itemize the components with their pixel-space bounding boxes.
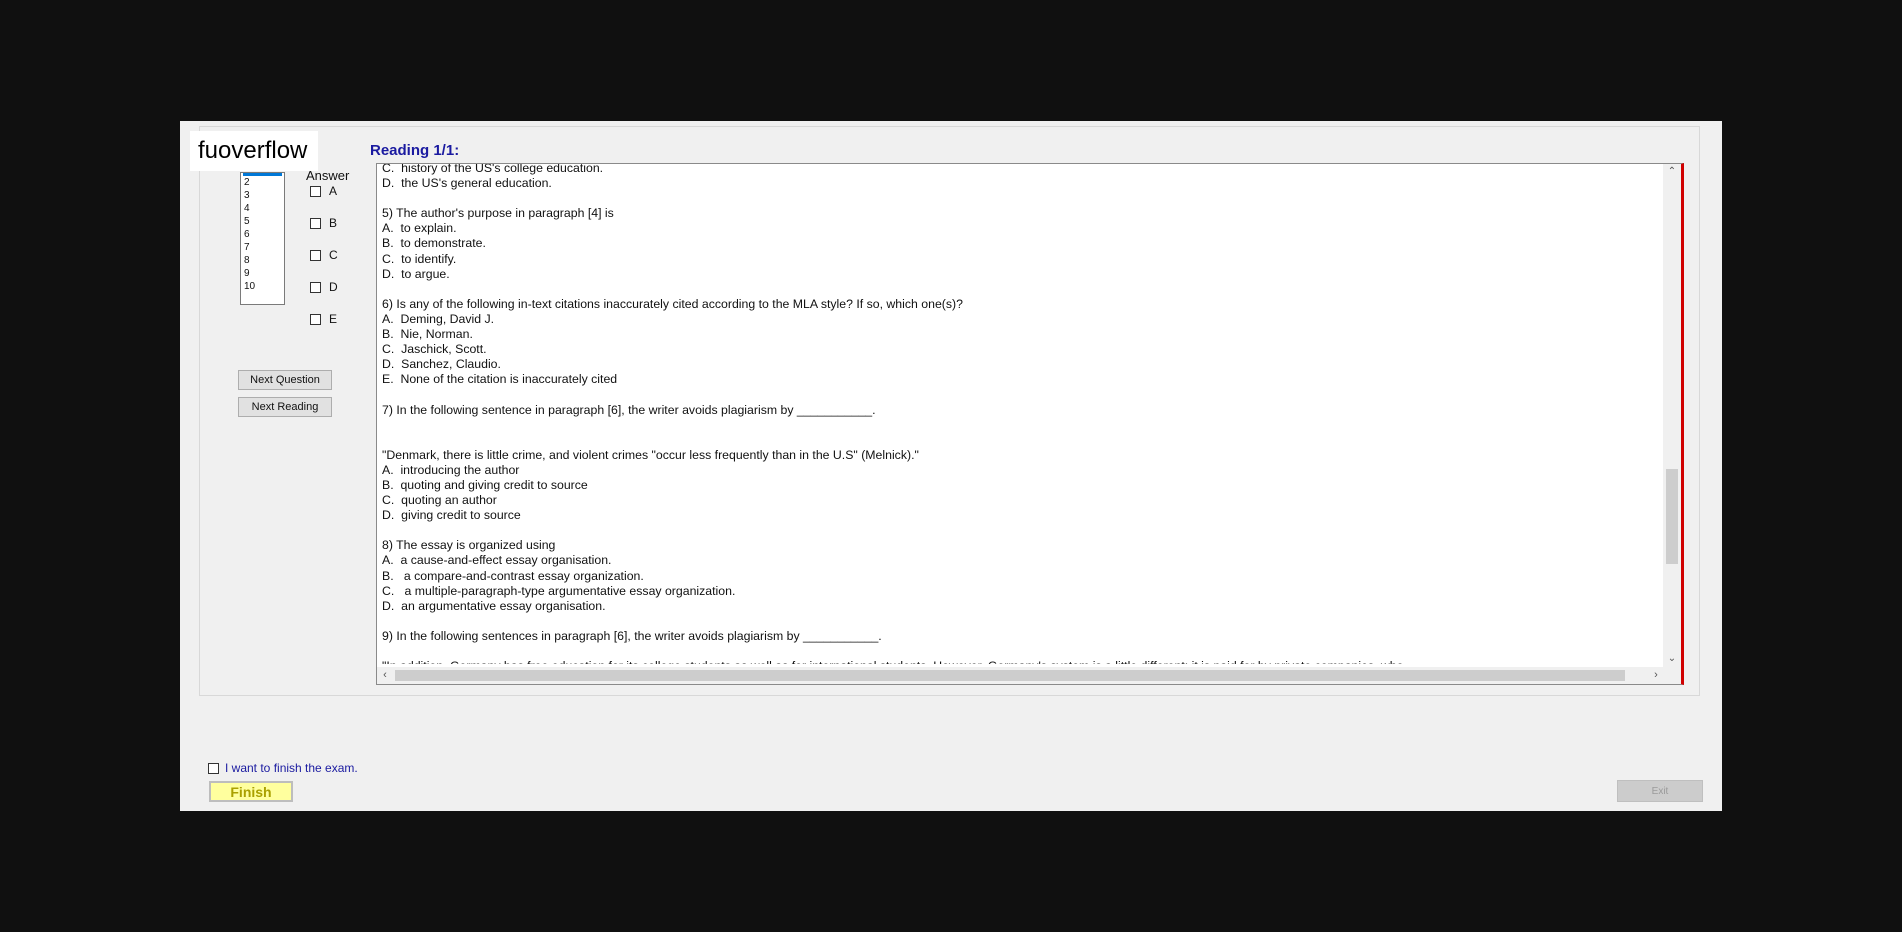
choice-a[interactable]: A — [310, 184, 337, 198]
question-item-8[interactable]: 8 — [241, 254, 284, 267]
next-reading-button[interactable]: Next Reading — [238, 397, 332, 417]
question-item-10[interactable]: 10 — [241, 280, 284, 293]
scroll-down-icon[interactable]: ⌄ — [1663, 651, 1681, 667]
choice-d-checkbox[interactable] — [310, 281, 321, 293]
reading-line — [382, 523, 1652, 538]
reading-title: Reading 1/1: — [370, 142, 460, 159]
reading-line: E. None of the citation is inaccurately … — [382, 372, 618, 387]
choice-c[interactable]: C — [310, 248, 338, 262]
reading-line — [382, 418, 1652, 433]
question-item-3[interactable]: 3 — [241, 189, 284, 202]
choice-b[interactable]: B — [310, 216, 337, 230]
finish-confirm[interactable]: I want to finish the exam. — [208, 761, 358, 775]
next-question-button[interactable]: Next Question — [238, 370, 332, 390]
scroll-up-icon[interactable]: ⌃ — [1663, 164, 1681, 180]
reading-line: C. Jaschick, Scott. — [382, 342, 487, 357]
reading-line: D. an argumentative essay organisation. — [382, 598, 606, 613]
reading-line — [382, 433, 1652, 448]
question-item-5[interactable]: 5 — [241, 215, 284, 228]
question-item-4[interactable]: 4 — [241, 202, 284, 215]
choice-a-label: A — [329, 184, 338, 198]
reading-line: B. quoting and giving credit to source — [382, 477, 588, 492]
reading-line: B. to demonstrate. — [382, 236, 486, 251]
reading-line: C. a multiple-paragraph-type argumentati… — [382, 583, 736, 598]
reading-line — [382, 191, 1652, 206]
choice-d-label: D — [329, 280, 338, 294]
vertical-scroll-thumb[interactable] — [1666, 469, 1678, 564]
question-item-9[interactable]: 9 — [241, 267, 284, 280]
reading-line: C. quoting an author — [382, 493, 497, 508]
reading-line: "Denmark, there is little crime, and vio… — [382, 447, 919, 462]
reading-line: A. introducing the author — [382, 462, 520, 477]
reading-line: D. to argue. — [382, 266, 450, 281]
reading-line: 7) In the following sentence in paragrap… — [382, 402, 876, 417]
choice-a-checkbox[interactable] — [310, 185, 321, 197]
choice-e-checkbox[interactable] — [310, 313, 321, 325]
reading-line: 8) The essay is organized using — [382, 538, 556, 553]
scrollbar-corner — [1663, 667, 1681, 684]
reading-line: A. a cause-and-effect essay organisation… — [382, 553, 612, 568]
reading-text[interactable]: C. history of the US's college education… — [382, 163, 1652, 664]
choice-c-checkbox[interactable] — [310, 249, 321, 261]
vertical-scrollbar[interactable]: ⌃ ⌄ — [1663, 164, 1681, 667]
exam-window: Answer 2 3 4 5 6 7 8 9 10 A B C D E Next… — [180, 121, 1722, 811]
reading-line: B. Nie, Norman. — [382, 327, 473, 342]
watermark-label: fuoverflow — [190, 131, 318, 171]
reading-line: 9) In the following sentences in paragra… — [382, 628, 882, 643]
reading-line — [382, 282, 1652, 297]
finish-confirm-label: I want to finish the exam. — [225, 761, 358, 775]
choice-c-label: C — [329, 248, 338, 262]
reading-line: B. a compare-and-contrast essay organiza… — [382, 568, 644, 583]
choice-e-label: E — [329, 312, 338, 326]
horizontal-scroll-thumb[interactable] — [395, 670, 1625, 681]
reading-line: 6) Is any of the following in-text citat… — [382, 296, 963, 311]
reading-line: "In addition, Germany has free education… — [382, 659, 1652, 664]
reading-line: C. to identify. — [382, 251, 457, 266]
question-item-7[interactable]: 7 — [241, 241, 284, 254]
choice-d[interactable]: D — [310, 280, 338, 294]
reading-line — [382, 387, 1652, 402]
reading-line — [382, 644, 1652, 659]
choice-b-checkbox[interactable] — [310, 217, 321, 229]
reading-line: 5) The author's purpose in paragraph [4]… — [382, 206, 614, 221]
reading-textbox[interactable]: C. history of the US's college education… — [376, 163, 1684, 685]
choice-e[interactable]: E — [310, 312, 337, 326]
question-item-2[interactable]: 2 — [241, 176, 284, 189]
scroll-right-icon[interactable]: › — [1648, 667, 1664, 684]
reading-line: A. to explain. — [382, 221, 457, 236]
reading-line — [382, 614, 1652, 629]
exam-panel: Answer 2 3 4 5 6 7 8 9 10 A B C D E Next… — [199, 126, 1700, 696]
choice-b-label: B — [329, 216, 338, 230]
reading-line: C. history of the US's college education… — [382, 163, 604, 175]
reading-line: D. the US's general education. — [382, 176, 552, 191]
reading-line: D. Sanchez, Claudio. — [382, 357, 501, 372]
finish-button[interactable]: Finish — [209, 781, 293, 802]
reading-line: D. giving credit to source — [382, 508, 521, 523]
question-list[interactable]: 2 3 4 5 6 7 8 9 10 — [240, 172, 285, 305]
reading-line: A. Deming, David J. — [382, 311, 495, 326]
finish-confirm-checkbox[interactable] — [208, 762, 219, 774]
question-item-6[interactable]: 6 — [241, 228, 284, 241]
scroll-left-icon[interactable]: ‹ — [377, 667, 393, 684]
horizontal-scrollbar[interactable]: ‹ › — [377, 667, 1664, 684]
exit-button[interactable]: Exit — [1617, 780, 1703, 802]
